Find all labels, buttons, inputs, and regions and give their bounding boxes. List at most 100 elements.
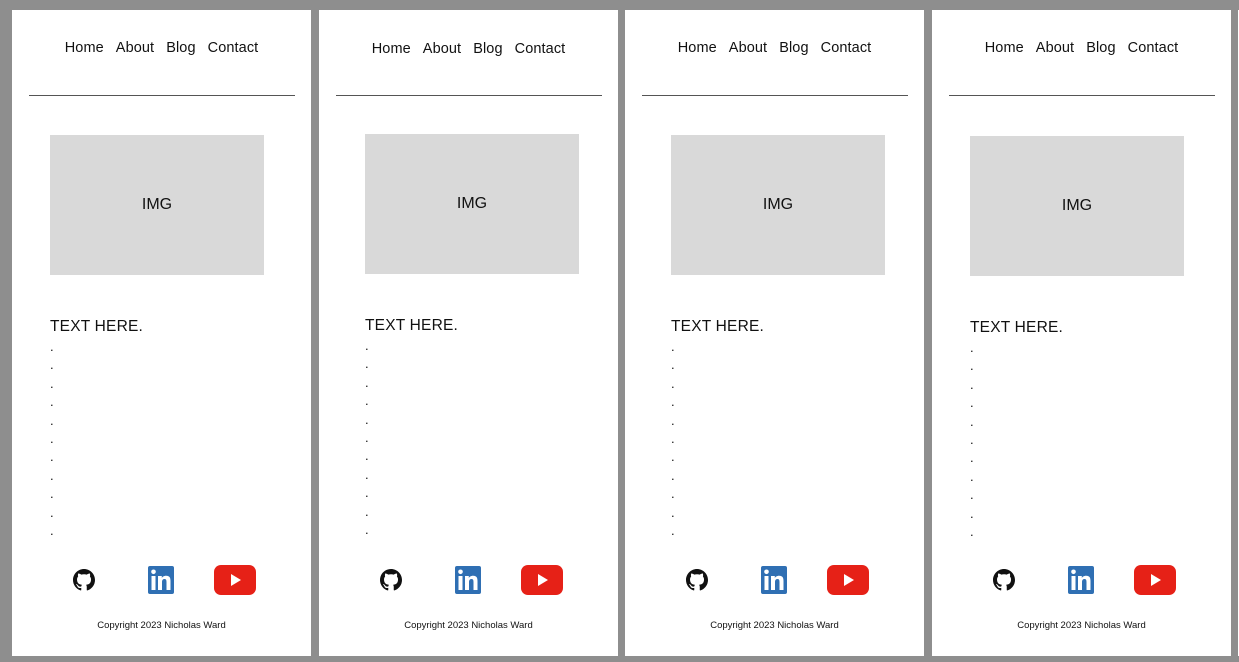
nav-contact[interactable]: Contact (208, 40, 259, 56)
dot-item: . (671, 375, 675, 391)
dot-item: . (671, 394, 675, 410)
nav-home[interactable]: Home (678, 40, 717, 56)
header-divider (29, 95, 295, 96)
nav-blog[interactable]: Blog (166, 40, 195, 56)
youtube-link[interactable] (827, 565, 869, 600)
text-heading: TEXT HERE. (50, 318, 144, 335)
dot-item: . (970, 468, 974, 484)
dot-item: . (671, 486, 675, 502)
top-nav: Home About Blog Contact (625, 40, 924, 56)
dot-item: . (365, 429, 369, 445)
dot-item: . (50, 430, 54, 446)
dot-item: . (671, 467, 675, 483)
linkedin-icon (1068, 566, 1094, 594)
text-block: TEXT HERE. ........... (50, 318, 270, 540)
github-icon (686, 569, 708, 591)
social-links (932, 565, 1231, 597)
dot-item: . (671, 522, 675, 538)
header-divider (336, 95, 602, 96)
linkedin-link[interactable] (761, 566, 787, 599)
github-link[interactable] (686, 569, 708, 596)
linkedin-link[interactable] (455, 566, 481, 599)
github-link[interactable] (73, 569, 95, 596)
header-divider (642, 95, 908, 96)
linkedin-icon (761, 566, 787, 594)
image-placeholder-label: IMG (456, 195, 488, 212)
nav-home[interactable]: Home (65, 40, 104, 56)
copyright-text: Copyright 2023 Nicholas Ward (404, 620, 533, 631)
dot-item: . (365, 374, 369, 390)
youtube-icon (827, 565, 869, 595)
nav-contact[interactable]: Contact (1128, 40, 1179, 56)
image-placeholder: IMG (50, 135, 264, 275)
nav-about[interactable]: About (423, 41, 461, 57)
image-placeholder: IMG (671, 135, 885, 275)
nav-home[interactable]: Home (985, 40, 1024, 56)
dot-item: . (50, 357, 54, 373)
dot-item: . (365, 485, 369, 501)
youtube-link[interactable] (521, 565, 563, 600)
linkedin-link[interactable] (148, 566, 174, 599)
nav-home[interactable]: Home (372, 41, 411, 57)
copyright-text: Copyright 2023 Nicholas Ward (1017, 620, 1146, 631)
nav-blog[interactable]: Blog (473, 41, 502, 57)
nav-about[interactable]: About (1036, 40, 1074, 56)
nav-blog[interactable]: Blog (779, 40, 808, 56)
copyright-text: Copyright 2023 Nicholas Ward (97, 620, 226, 631)
dot-item: . (365, 521, 369, 537)
linkedin-icon (455, 566, 481, 594)
dot-item: . (365, 466, 369, 482)
dot-item: . (50, 394, 54, 410)
dot-item: . (50, 375, 54, 391)
dot-item: . (365, 393, 369, 409)
dot-item: . (970, 431, 974, 447)
dot-item: . (50, 522, 54, 538)
dot-item: . (50, 467, 54, 483)
dot-item: . (365, 503, 369, 519)
text-block: TEXT HERE. ........... (365, 317, 585, 539)
mobile-frame: Home About Blog Contact IMG TEXT HERE. .… (319, 10, 618, 656)
mobile-frame: Home About Blog Contact IMG TEXT HERE. .… (625, 10, 924, 656)
dot-item: . (671, 357, 675, 373)
dot-item: . (671, 504, 675, 520)
social-links (12, 565, 311, 597)
dot-item: . (970, 505, 974, 521)
dots-list: ........... (970, 339, 1190, 541)
youtube-link[interactable] (214, 565, 256, 600)
social-links (625, 565, 924, 597)
top-nav: Home About Blog Contact (932, 40, 1231, 56)
dot-item: . (50, 412, 54, 428)
nav-contact[interactable]: Contact (821, 40, 872, 56)
image-placeholder-label: IMG (762, 196, 794, 213)
design-canvas: Home About Blog Contact IMG TEXT HERE. .… (0, 0, 1239, 662)
youtube-icon (521, 565, 563, 595)
dot-item: . (365, 338, 369, 353)
text-heading: TEXT HERE. (671, 318, 765, 335)
nav-contact[interactable]: Contact (515, 41, 566, 57)
dot-item: . (365, 411, 369, 427)
nav-about[interactable]: About (116, 40, 154, 56)
github-link[interactable] (993, 569, 1015, 596)
nav-blog[interactable]: Blog (1086, 40, 1115, 56)
text-block: TEXT HERE. ........... (671, 318, 891, 540)
image-placeholder-label: IMG (141, 196, 173, 213)
mobile-frame: Home About Blog Contact IMG TEXT HERE. .… (12, 10, 311, 656)
social-links (319, 565, 618, 597)
dot-item: . (970, 413, 974, 429)
nav-about[interactable]: About (729, 40, 767, 56)
linkedin-link[interactable] (1068, 566, 1094, 599)
copyright-text: Copyright 2023 Nicholas Ward (710, 620, 839, 631)
youtube-icon (1134, 565, 1176, 595)
dot-item: . (50, 504, 54, 520)
text-heading: TEXT HERE. (365, 317, 459, 334)
youtube-link[interactable] (1134, 565, 1176, 600)
dot-item: . (671, 430, 675, 446)
github-link[interactable] (380, 569, 402, 596)
dot-item: . (671, 449, 675, 465)
dot-item: . (50, 449, 54, 465)
dot-item: . (970, 450, 974, 466)
dot-item: . (970, 395, 974, 411)
header-divider (949, 95, 1215, 96)
text-block: TEXT HERE. ........... (970, 319, 1190, 541)
dot-item: . (970, 376, 974, 392)
